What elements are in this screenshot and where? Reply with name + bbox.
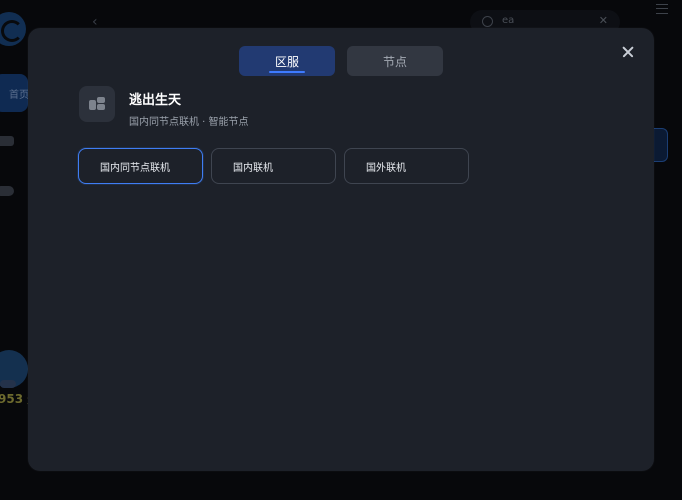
game-subtitle: 国内同节点联机 · 智能节点 bbox=[129, 117, 249, 128]
option-label: 国外联机 bbox=[366, 162, 406, 174]
game-icon bbox=[79, 86, 115, 122]
avatar-badge bbox=[0, 380, 16, 388]
sidebar-item-home-label: 首页 bbox=[9, 90, 29, 101]
option-label: 国内同节点联机 bbox=[100, 162, 170, 174]
game-info: 逃出生天 国内同节点联机 · 智能节点 bbox=[129, 86, 249, 128]
clear-icon[interactable]: ✕ bbox=[599, 14, 608, 27]
close-icon[interactable] bbox=[616, 40, 640, 64]
tab-node[interactable]: 节点 bbox=[347, 46, 443, 76]
option-overseas[interactable]: 国外联机 bbox=[344, 148, 469, 184]
search-icon bbox=[482, 16, 493, 27]
option-domestic-same-node[interactable]: 国内同节点联机 bbox=[78, 148, 203, 184]
game-header: 逃出生天 国内同节点联机 · 智能节点 bbox=[79, 86, 249, 128]
tab-region-label: 区服 bbox=[274, 54, 299, 69]
menu-icon[interactable] bbox=[656, 4, 668, 14]
server-select-modal: 区服 节点 逃出生天 国内同节点联机 · 智能节点 国内同节点联机 国内联机 国… bbox=[28, 28, 654, 471]
tab-region[interactable]: 区服 bbox=[239, 46, 335, 76]
tab-node-label: 节点 bbox=[382, 54, 407, 69]
gamepad-icon[interactable] bbox=[0, 186, 14, 196]
option-domestic[interactable]: 国内联机 bbox=[211, 148, 336, 184]
game-title: 逃出生天 bbox=[129, 93, 182, 108]
option-label: 国内联机 bbox=[233, 162, 273, 174]
search-text: ea bbox=[502, 15, 515, 26]
region-options: 国内同节点联机 国内联机 国外联机 bbox=[78, 148, 469, 184]
sidebar-item-icon[interactable] bbox=[0, 136, 14, 146]
modal-tabs: 区服 节点 bbox=[239, 46, 443, 76]
